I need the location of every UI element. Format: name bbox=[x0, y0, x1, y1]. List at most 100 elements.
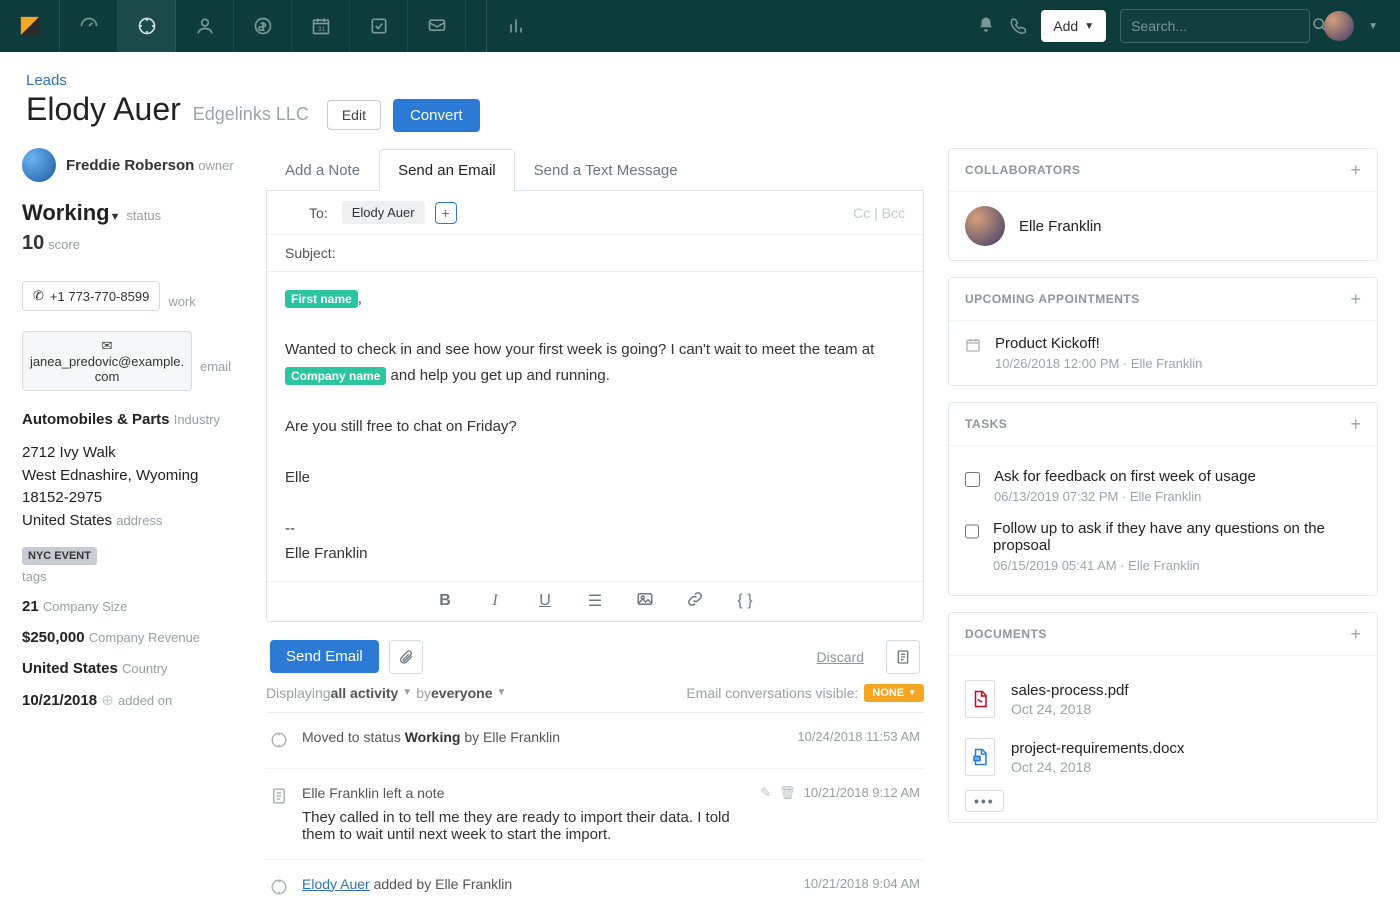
tab-add-note[interactable]: Add a Note bbox=[266, 149, 379, 191]
subject-label: Subject: bbox=[285, 245, 336, 261]
nav-calendar-icon[interactable]: 31 bbox=[292, 0, 350, 52]
caret-down-icon: ▼ bbox=[908, 688, 916, 697]
nav-tasks-icon[interactable] bbox=[350, 0, 408, 52]
document-item[interactable]: sales-process.pdf Oct 24, 2018 bbox=[965, 670, 1361, 728]
collaborator-item[interactable]: Elle Franklin bbox=[965, 206, 1361, 246]
text: Elle Franklin left a note bbox=[302, 785, 444, 801]
to-row: To: Elody Auer + Cc | Bcc bbox=[267, 191, 923, 235]
score-value: 10 bbox=[22, 232, 44, 254]
revenue-value: $250,000 bbox=[22, 629, 85, 646]
cc-bcc-toggle[interactable]: Cc | Bcc bbox=[853, 205, 905, 221]
document-sub: Oct 24, 2018 bbox=[1011, 701, 1129, 717]
task-checkbox[interactable] bbox=[965, 472, 980, 487]
nav-dashboard-icon[interactable] bbox=[60, 0, 118, 52]
activity-filter-dropdown[interactable]: all activity bbox=[331, 685, 399, 701]
email-address: janea_predovic@example.com bbox=[29, 354, 185, 384]
nav-contacts-icon[interactable] bbox=[176, 0, 234, 52]
note-body: They called in to tell me they are ready… bbox=[302, 809, 746, 843]
send-email-button[interactable]: Send Email bbox=[270, 640, 379, 673]
lead-link[interactable]: Elody Auer bbox=[302, 876, 370, 892]
tab-send-text[interactable]: Send a Text Message bbox=[515, 149, 697, 191]
bell-icon[interactable] bbox=[977, 16, 995, 37]
to-chip[interactable]: Elody Auer bbox=[342, 201, 425, 224]
appointment-title: Product Kickoff! bbox=[995, 335, 1202, 352]
template-button[interactable] bbox=[886, 640, 920, 674]
activity-time: 10/24/2018 11:53 AM bbox=[797, 729, 920, 744]
link-icon[interactable] bbox=[685, 590, 705, 613]
nav-comms-icon[interactable] bbox=[408, 0, 466, 52]
edit-button[interactable]: Edit bbox=[327, 100, 381, 130]
svg-text:31: 31 bbox=[317, 26, 325, 33]
phone-icon[interactable] bbox=[1009, 16, 1027, 37]
tags-label: tags bbox=[22, 569, 242, 584]
task-checkbox[interactable] bbox=[965, 524, 979, 539]
tasks-card: TASKS+ Ask for feedback on first week of… bbox=[948, 402, 1378, 596]
add-recipient-button[interactable]: + bbox=[435, 202, 457, 224]
underline-icon[interactable]: U bbox=[535, 592, 555, 610]
search-input[interactable] bbox=[1131, 18, 1312, 34]
to-label: To: bbox=[309, 205, 328, 221]
card-title: TASKS bbox=[965, 417, 1007, 431]
added-on-value: 10/21/2018 bbox=[22, 692, 97, 709]
breadcrumb[interactable]: Leads bbox=[26, 72, 1374, 89]
search-box[interactable] bbox=[1120, 9, 1310, 43]
image-icon[interactable] bbox=[635, 590, 655, 613]
bold-icon[interactable]: B bbox=[435, 592, 455, 610]
document-title: project-requirements.docx bbox=[1011, 740, 1184, 757]
tag-chip[interactable]: NYC EVENT bbox=[22, 547, 97, 565]
collaborators-card: COLLABORATORS+ Elle Franklin bbox=[948, 148, 1378, 261]
user-menu-caret-icon[interactable]: ▼ bbox=[1368, 21, 1378, 32]
add-document-button[interactable]: + bbox=[1350, 625, 1361, 643]
discard-link[interactable]: Discard bbox=[817, 649, 864, 665]
page-header: Leads Elody Auer Edgelinks LLC Edit Conv… bbox=[0, 52, 1400, 142]
email-type: email bbox=[200, 359, 231, 374]
subject-row[interactable]: Subject: bbox=[267, 235, 923, 272]
visibility-pill[interactable]: NONE ▼ bbox=[864, 684, 924, 702]
revenue-label: Company Revenue bbox=[89, 630, 200, 645]
merge-tag-company[interactable]: Company name bbox=[285, 367, 386, 385]
nav-reports-icon[interactable] bbox=[486, 0, 544, 52]
text: Elle bbox=[285, 465, 905, 491]
email-composer: To: Elody Auer + Cc | Bcc Subject: First… bbox=[266, 191, 924, 622]
merge-tag-first-name[interactable]: First name bbox=[285, 290, 358, 308]
nav-icons: 31 bbox=[60, 0, 544, 52]
nav-deals-icon[interactable] bbox=[234, 0, 292, 52]
italic-icon[interactable]: I bbox=[485, 592, 505, 610]
owner-avatar bbox=[22, 148, 56, 182]
globe-icon: ⊕ bbox=[101, 692, 114, 709]
email-body-editor[interactable]: First name, Wanted to check in and see h… bbox=[267, 272, 923, 581]
card-title: UPCOMING APPOINTMENTS bbox=[965, 292, 1140, 306]
user-filter-dropdown[interactable]: everyone bbox=[431, 685, 492, 701]
text: Working bbox=[405, 729, 461, 745]
add-appointment-button[interactable]: + bbox=[1350, 290, 1361, 308]
delete-note-icon[interactable]: 🗑 bbox=[779, 785, 796, 801]
industry-value: Automobiles & Parts bbox=[22, 411, 170, 428]
main-column: Add a Note Send an Email Send a Text Mes… bbox=[266, 148, 924, 915]
add-collaborator-button[interactable]: + bbox=[1350, 161, 1361, 179]
appointment-item[interactable]: Product Kickoff! 10/26/2018 12:00 PM · E… bbox=[965, 335, 1361, 371]
status-dropdown[interactable]: Working▼ status bbox=[22, 200, 242, 226]
task-sub: 06/15/2019 05:41 AM · Elle Franklin bbox=[993, 558, 1361, 573]
add-task-button[interactable]: + bbox=[1350, 415, 1361, 433]
nav-right: Add▼ ▼ bbox=[977, 9, 1392, 43]
industry-label: Industry bbox=[174, 412, 220, 427]
compose-tabs: Add a Note Send an Email Send a Text Mes… bbox=[266, 148, 924, 191]
more-documents-button[interactable]: ••• bbox=[965, 790, 1004, 812]
merge-tag-icon[interactable]: { } bbox=[735, 592, 755, 610]
nav-leads-icon[interactable] bbox=[118, 0, 176, 52]
document-item[interactable]: W project-requirements.docx Oct 24, 2018 bbox=[965, 728, 1361, 786]
attach-button[interactable] bbox=[389, 640, 423, 674]
phone-button[interactable]: ✆ +1 773-770-8599 bbox=[22, 281, 160, 311]
list-icon[interactable]: ☰ bbox=[585, 591, 605, 611]
logo[interactable] bbox=[0, 0, 60, 52]
edit-note-icon[interactable]: ✎ bbox=[760, 785, 771, 801]
status-label: status bbox=[126, 208, 161, 223]
email-button[interactable]: ✉ janea_predovic@example.com bbox=[22, 331, 192, 391]
tab-send-email[interactable]: Send an Email bbox=[379, 149, 515, 191]
user-avatar[interactable] bbox=[1324, 11, 1354, 41]
address-label: address bbox=[116, 513, 162, 528]
add-button[interactable]: Add▼ bbox=[1041, 10, 1106, 42]
card-title: DOCUMENTS bbox=[965, 627, 1047, 641]
convert-button[interactable]: Convert bbox=[393, 99, 480, 132]
task-title: Follow up to ask if they have any questi… bbox=[993, 520, 1361, 554]
